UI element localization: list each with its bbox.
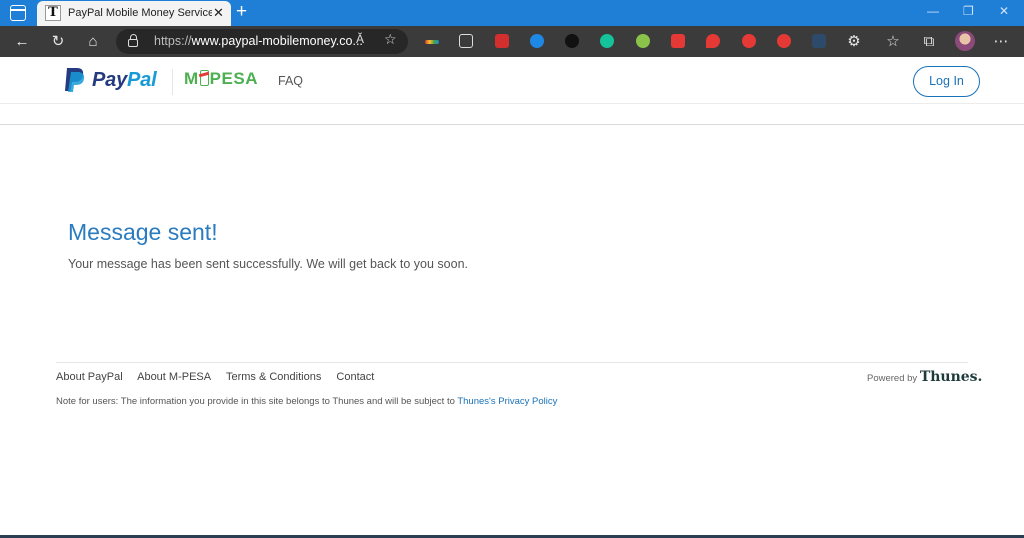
browser-toolbar: ← ↻ ⌂ https://www.paypal-mobilemoney.co.… bbox=[0, 26, 1024, 57]
success-message: Your message has been sent successfully.… bbox=[68, 257, 468, 271]
extension-pin-icon[interactable] bbox=[706, 34, 720, 48]
powered-by: Powered by Thunes. bbox=[867, 369, 982, 385]
read-aloud-icon[interactable]: Ă bbox=[356, 32, 364, 46]
tab-title: PayPal Mobile Money Service wit bbox=[68, 7, 212, 19]
grammarly-icon[interactable] bbox=[600, 34, 614, 48]
tab-favicon: T bbox=[45, 5, 61, 21]
paypal-logo-text[interactable]: PayPal bbox=[92, 69, 157, 92]
footer-link-about-mpesa[interactable]: About M-PESA bbox=[137, 371, 211, 383]
close-window-icon[interactable]: ✕ bbox=[999, 4, 1009, 18]
new-tab-icon[interactable]: + bbox=[236, 1, 247, 23]
extensions-icon[interactable]: ⚙ bbox=[843, 26, 865, 57]
browser-tab-bar: T PayPal Mobile Money Service wit ✕ + — … bbox=[0, 0, 1024, 26]
footer-link-contact[interactable]: Contact bbox=[336, 371, 374, 383]
footer-link-terms[interactable]: Terms & Conditions bbox=[226, 371, 321, 383]
privacy-policy-link[interactable]: Thunes's Privacy Policy bbox=[457, 396, 557, 407]
collections-icon[interactable]: ⧉ bbox=[918, 26, 940, 57]
address-bar[interactable]: https://www.paypal-mobilemoney.co... Ă … bbox=[116, 29, 408, 54]
extension-dots-icon[interactable] bbox=[812, 34, 826, 48]
restore-icon[interactable]: ❐ bbox=[963, 4, 974, 18]
footer-divider bbox=[56, 362, 968, 363]
mpesa-logo[interactable]: M PESA bbox=[184, 69, 258, 89]
header-divider bbox=[0, 124, 1024, 125]
extension-red-icon[interactable] bbox=[671, 34, 685, 48]
thunes-logo[interactable]: Thunes. bbox=[920, 369, 983, 385]
add-favorite-icon[interactable]: ☆ bbox=[384, 31, 397, 48]
acrobat-icon[interactable] bbox=[495, 34, 509, 48]
home-icon[interactable]: ⌂ bbox=[82, 26, 104, 57]
back-icon[interactable]: ← bbox=[11, 26, 33, 57]
refresh-icon[interactable]: ↻ bbox=[47, 26, 69, 57]
footer-link-about-paypal[interactable]: About PayPal bbox=[56, 371, 123, 383]
url-text[interactable]: https://www.paypal-mobilemoney.co... bbox=[154, 34, 363, 48]
footer-note: Note for users: The information you prov… bbox=[56, 396, 557, 407]
extension-x-icon[interactable] bbox=[636, 34, 650, 48]
mpesa-phone-icon bbox=[199, 70, 209, 86]
extension-circle-icon[interactable] bbox=[777, 34, 791, 48]
tab-actions-icon[interactable] bbox=[10, 5, 26, 21]
extension-dark-icon[interactable] bbox=[565, 34, 579, 48]
paypal-logo-icon bbox=[65, 68, 85, 92]
profile-avatar[interactable] bbox=[955, 31, 975, 51]
nav-faq-link[interactable]: FAQ bbox=[278, 74, 303, 88]
favorites-icon[interactable]: ☆ bbox=[882, 26, 904, 57]
lock-icon[interactable] bbox=[128, 34, 138, 47]
powered-by-label: Powered by bbox=[867, 373, 918, 384]
adblock-icon[interactable] bbox=[742, 34, 756, 48]
page-title: Message sent! bbox=[68, 219, 218, 245]
shazam-icon[interactable] bbox=[530, 34, 544, 48]
footer-links: About PayPal About M-PESA Terms & Condit… bbox=[56, 371, 386, 383]
pocket-icon[interactable] bbox=[459, 34, 473, 48]
login-button[interactable]: Log In bbox=[913, 66, 980, 97]
tab-close-icon[interactable]: ✕ bbox=[213, 5, 224, 21]
footer-note-text: Note for users: The information you prov… bbox=[56, 396, 458, 407]
extension-rainbow-icon[interactable] bbox=[425, 40, 439, 44]
brand-divider bbox=[172, 69, 173, 95]
minimize-icon[interactable]: — bbox=[927, 4, 939, 18]
browser-tab[interactable]: T PayPal Mobile Money Service wit ✕ bbox=[37, 1, 231, 26]
site-header: PayPal M PESA FAQ Log In bbox=[0, 57, 1024, 104]
settings-more-icon[interactable]: ⋯ bbox=[990, 26, 1012, 57]
